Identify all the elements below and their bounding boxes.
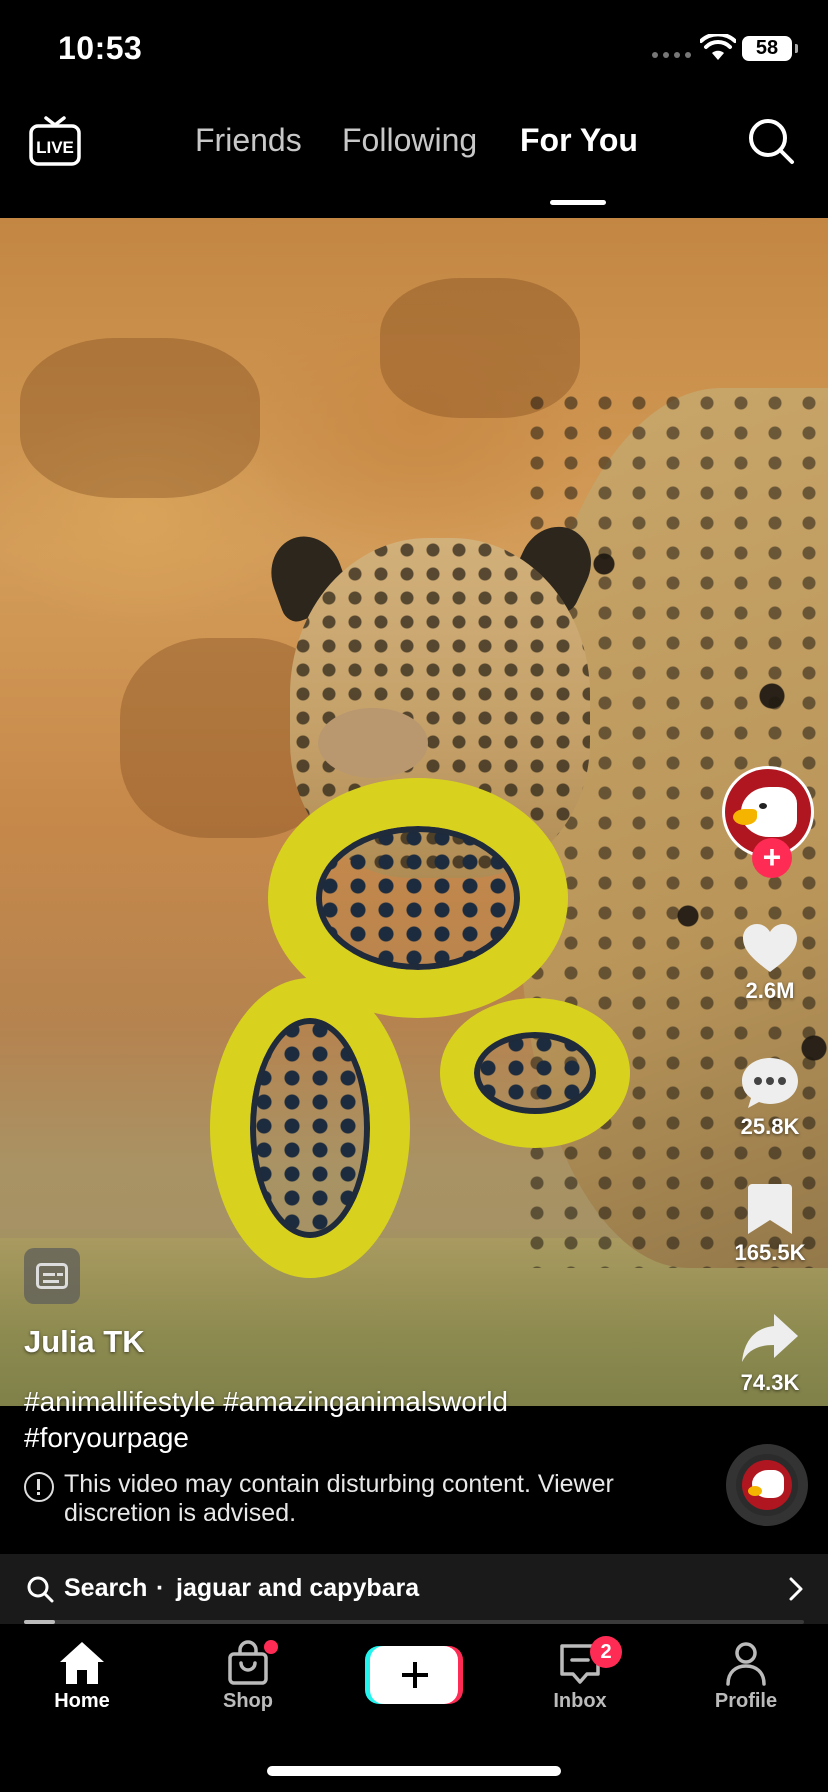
create-button[interactable]: [370, 1646, 458, 1704]
nav-profile[interactable]: Profile: [686, 1640, 806, 1713]
status-time: 10:53: [58, 30, 143, 66]
battery-indicator: 58: [742, 36, 798, 61]
content-warning-text: This video may contain disturbing conten…: [64, 1470, 614, 1527]
eagle-eye: [759, 803, 767, 809]
tab-following[interactable]: Following: [342, 122, 477, 159]
search-separator: ·: [156, 1574, 165, 1602]
warning-icon: [24, 1472, 54, 1502]
inbox-badge: 2: [590, 1636, 622, 1668]
anaconda-coil: [210, 978, 410, 1278]
video-hashtags[interactable]: #animallifestyle #amazinganimalsworld #f…: [24, 1384, 644, 1456]
tab-for-you[interactable]: For You: [520, 122, 638, 159]
share-button[interactable]: 74.3K: [718, 1312, 822, 1396]
video-progress-fill: [24, 1620, 56, 1624]
music-disc-eagle-image: [742, 1460, 792, 1510]
active-tab-underline: [550, 200, 606, 205]
like-button[interactable]: 2.6M: [718, 922, 822, 1004]
author-name[interactable]: Julia TK: [24, 1324, 145, 1360]
profile-icon: [726, 1642, 766, 1686]
save-button[interactable]: 165.5K: [718, 1182, 822, 1266]
nav-home[interactable]: Home: [22, 1640, 142, 1713]
share-arrow-icon: [742, 1314, 798, 1362]
status-bar: 10:53 58: [0, 0, 828, 92]
nav-profile-label: Profile: [714, 1690, 778, 1712]
related-search-bar[interactable]: Search · jaguar and capybara: [0, 1554, 828, 1624]
tab-friends[interactable]: Friends: [195, 122, 302, 159]
share-count: 74.3K: [740, 1370, 800, 1395]
home-indicator: [267, 1766, 561, 1776]
cellular-signal-icon: [652, 52, 691, 58]
shop-notification-dot: [264, 1640, 278, 1654]
top-nav: LIVE Friends Following For You: [0, 92, 828, 218]
nav-inbox[interactable]: 2 Inbox: [520, 1636, 640, 1713]
chevron-right-icon: [789, 1577, 803, 1601]
rock-shade: [20, 338, 260, 498]
video-progress-bar[interactable]: [24, 1620, 804, 1624]
eagle-beak: [733, 809, 757, 825]
nav-shop[interactable]: Shop: [188, 1640, 308, 1713]
captions-button[interactable]: [24, 1248, 80, 1304]
anaconda-coil: [440, 998, 630, 1148]
content-warning: This video may contain disturbing conten…: [24, 1470, 644, 1528]
heart-icon: [743, 924, 797, 972]
comment-icon: [742, 1058, 798, 1108]
search-icon[interactable]: [746, 116, 796, 166]
save-count: 165.5K: [734, 1240, 806, 1265]
video-player[interactable]: [0, 218, 828, 1406]
nav-home-label: Home: [54, 1690, 110, 1712]
home-icon: [60, 1642, 104, 1684]
comment-button[interactable]: 25.8K: [718, 1054, 822, 1140]
music-disc[interactable]: [726, 1444, 808, 1526]
nav-shop-label: Shop: [223, 1690, 273, 1712]
bookmark-icon: [748, 1184, 792, 1234]
search-icon: [27, 1576, 54, 1603]
jaguar-muzzle: [318, 708, 428, 778]
nav-inbox-label: Inbox: [553, 1690, 607, 1712]
follow-button[interactable]: +: [752, 838, 792, 878]
captions-icon: [36, 1263, 68, 1289]
search-label: Search: [64, 1574, 148, 1602]
like-count: 2.6M: [745, 978, 795, 1003]
search-query: jaguar and capybara: [176, 1574, 420, 1602]
creator-avatar-wrap: +: [722, 766, 814, 878]
feed-tabs: Friends Following For You: [0, 122, 828, 205]
comment-count: 25.8K: [740, 1114, 800, 1139]
wifi-icon: [700, 34, 736, 60]
